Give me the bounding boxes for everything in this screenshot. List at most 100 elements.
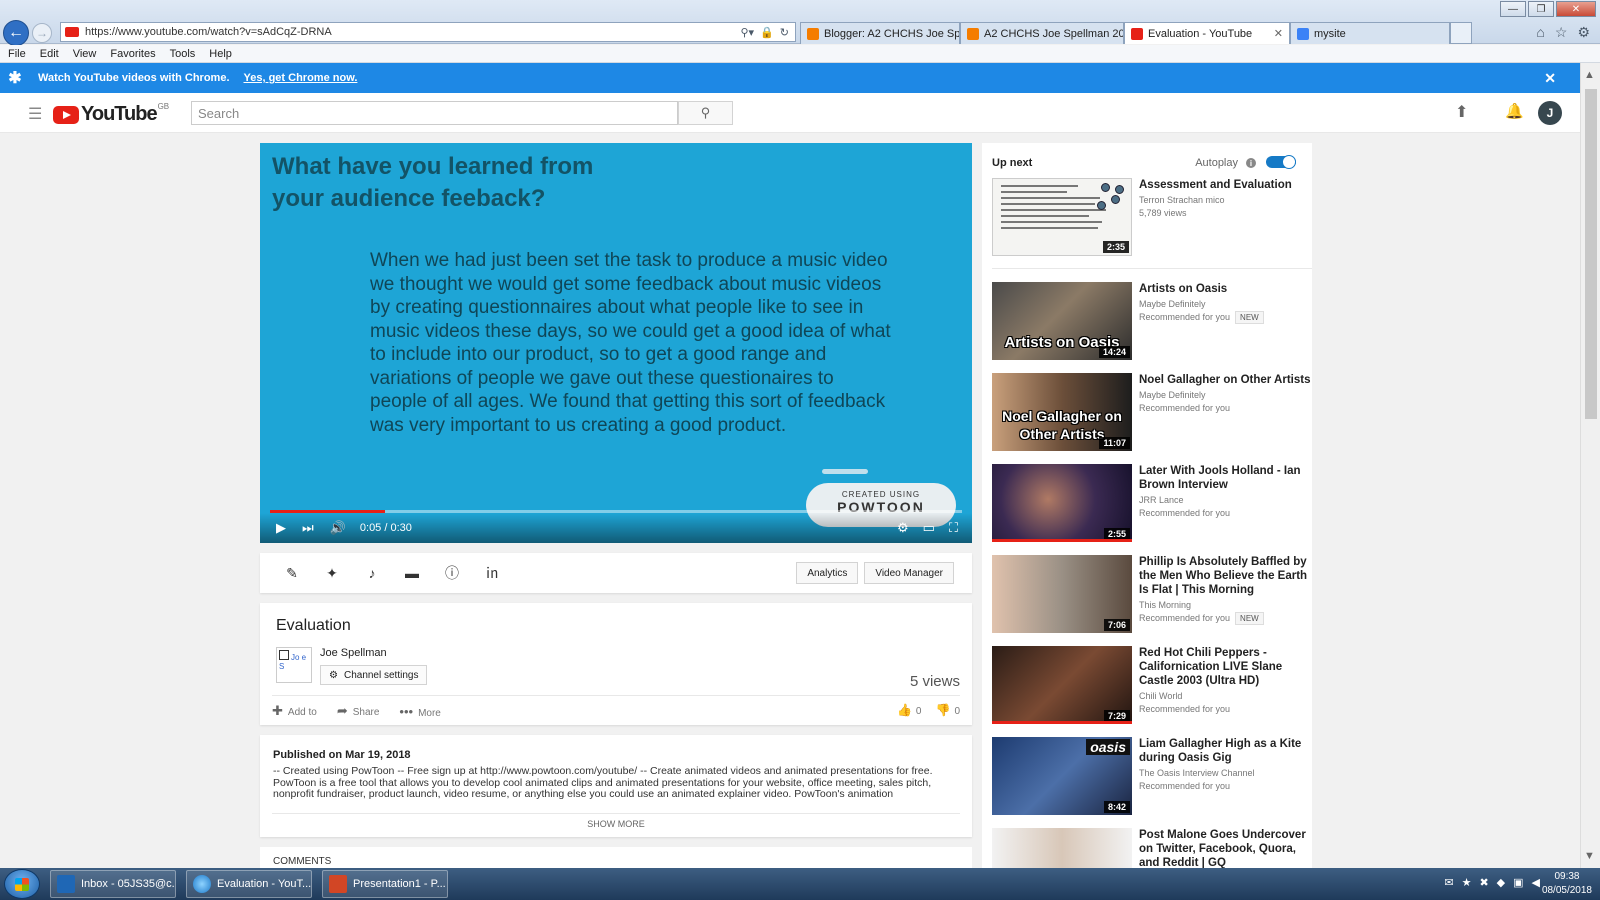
close-window-button[interactable]: ✕ — [1556, 1, 1596, 17]
settings-gear-icon[interactable]: ⚙ — [897, 520, 909, 536]
taskbar-outlook[interactable]: Inbox - 05JS35@c... — [50, 870, 176, 898]
security-x-icon[interactable]: ✖ — [1479, 876, 1488, 889]
list-item[interactable]: 7:06 Phillip Is Absolutely Baffled by th… — [992, 555, 1312, 635]
bluetooth-icon[interactable]: ★ — [1462, 876, 1472, 889]
refresh-icon[interactable]: ↻ — [780, 26, 789, 39]
tab-mysite[interactable]: mysite — [1290, 22, 1450, 44]
more-button[interactable]: ••• More — [399, 704, 440, 719]
video-title[interactable]: Noel Gallagher on Other Artists — [1139, 373, 1311, 387]
network-icon[interactable]: ◆ — [1497, 876, 1505, 889]
menu-hamburger-icon[interactable]: ☰ — [28, 104, 42, 124]
forward-button[interactable]: → — [32, 23, 52, 43]
scroll-up-icon[interactable]: ▲ — [1584, 69, 1595, 81]
scroll-down-icon[interactable]: ▼ — [1584, 850, 1595, 862]
url-text[interactable]: https://www.youtube.com/watch?v=sAdCqZ-D… — [85, 26, 741, 38]
autoplay-toggle[interactable] — [1266, 155, 1296, 169]
youtube-logo[interactable]: YouTube GB — [53, 102, 169, 126]
dislike-button[interactable]: 👎 0 — [935, 703, 960, 717]
end-screen-icon[interactable]: ▬ — [392, 565, 432, 581]
video-manager-button[interactable]: Video Manager — [864, 562, 954, 584]
search-input[interactable]: Search — [191, 101, 678, 125]
settings-gear-icon[interactable]: ⚙ — [1577, 24, 1590, 41]
video-title[interactable]: Artists on Oasis — [1139, 282, 1311, 296]
list-item[interactable]: Post Malone Goes Undercover on Twitter, … — [992, 828, 1312, 868]
video-thumbnail[interactable]: Artists on Oasis 14:24 — [992, 282, 1132, 360]
tab-youtube[interactable]: Evaluation - YouTube ✕ — [1124, 22, 1290, 44]
notifications-bell-icon[interactable]: 🔔 — [1505, 102, 1524, 120]
show-more-button[interactable]: SHOW MORE — [260, 819, 972, 829]
play-icon[interactable]: ▶ — [276, 520, 286, 536]
video-title[interactable]: Post Malone Goes Undercover on Twitter, … — [1139, 828, 1311, 868]
upload-icon[interactable]: ⬆ — [1455, 102, 1468, 122]
taskbar-powerpoint[interactable]: Presentation1 - P... — [322, 870, 448, 898]
taskbar-ie[interactable]: Evaluation - YouT... — [186, 870, 312, 898]
search-button[interactable]: ⚲ — [678, 101, 733, 125]
minimize-button[interactable]: — — [1500, 1, 1526, 17]
search-dropdown-icon[interactable]: ⚲▾ — [741, 26, 755, 39]
menu-view[interactable]: View — [73, 48, 97, 60]
new-tab-button[interactable] — [1450, 22, 1472, 44]
edit-pencil-icon[interactable]: ✎ — [272, 565, 312, 582]
page-scrollbar[interactable]: ▲ ▼ — [1580, 63, 1600, 868]
scroll-thumb[interactable] — [1585, 89, 1597, 419]
channel-name[interactable]: Joe Spellman — [320, 647, 387, 659]
video-thumbnail[interactable]: 2:35 — [992, 178, 1132, 256]
list-item[interactable]: oasis 8:42 Liam Gallagher High as a Kite… — [992, 737, 1312, 817]
next-icon[interactable]: ⏭ — [302, 520, 314, 536]
video-title[interactable]: Later With Jools Holland - Ian Brown Int… — [1139, 464, 1311, 492]
menu-favorites[interactable]: Favorites — [110, 48, 155, 60]
info-icon[interactable]: i — [1246, 158, 1256, 168]
volume-icon[interactable]: 🔊 — [330, 520, 346, 536]
start-button[interactable] — [4, 869, 40, 899]
home-icon[interactable]: ⌂ — [1536, 24, 1544, 41]
list-item[interactable]: 7:29 Red Hot Chili Peppers - Californica… — [992, 646, 1312, 726]
get-chrome-link[interactable]: Yes, get Chrome now. — [244, 72, 358, 84]
analytics-button[interactable]: Analytics — [796, 562, 859, 584]
video-thumbnail[interactable]: oasis 8:42 — [992, 737, 1132, 815]
favorites-star-icon[interactable]: ☆ — [1555, 24, 1568, 41]
like-button[interactable]: 👍 0 — [897, 703, 922, 717]
avatar[interactable]: J — [1538, 101, 1562, 125]
list-item[interactable]: Artists on Oasis 14:24 Artists on Oasis … — [992, 282, 1312, 362]
video-thumbnail[interactable]: 7:29 — [992, 646, 1132, 724]
tab-close-icon[interactable]: ✕ — [1268, 27, 1283, 40]
address-bar[interactable]: https://www.youtube.com/watch?v=sAdCqZ-D… — [60, 22, 796, 42]
video-thumbnail[interactable]: 2:55 — [992, 464, 1132, 542]
channel-thumbnail[interactable]: Jo e S — [276, 647, 312, 683]
video-thumbnail[interactable] — [992, 828, 1132, 868]
video-title[interactable]: Liam Gallagher High as a Kite during Oas… — [1139, 737, 1311, 765]
video-player[interactable]: What have you learned from your audience… — [260, 143, 972, 543]
video-title[interactable]: Phillip Is Absolutely Baffled by the Men… — [1139, 555, 1311, 597]
audio-note-icon[interactable]: ♪ — [352, 565, 392, 581]
tab-strip: Blogger: A2 CHCHS Joe Spell... A2 CHCHS … — [800, 22, 1472, 44]
speaker-icon[interactable]: ◀ — [1532, 876, 1540, 889]
fullscreen-icon[interactable]: ⛶ — [949, 520, 958, 536]
enhancements-wand-icon[interactable]: ✦ — [312, 565, 352, 582]
list-item[interactable]: Noel Gallagher on Other Artists 11:07 No… — [992, 373, 1312, 453]
outlook-tray-icon[interactable]: ✉ — [1444, 876, 1453, 889]
share-button[interactable]: ➦ Share — [337, 703, 380, 719]
lock-icon[interactable]: 🔒 — [760, 26, 774, 39]
video-title[interactable]: Assessment and Evaluation — [1139, 178, 1311, 192]
add-to-button[interactable]: ✚ Add to — [272, 703, 317, 719]
menu-file[interactable]: File — [8, 48, 26, 60]
battery-icon[interactable]: ▣ — [1513, 876, 1523, 889]
menu-edit[interactable]: Edit — [40, 48, 59, 60]
info-cards-icon[interactable]: ⓘ — [432, 563, 472, 583]
menu-tools[interactable]: Tools — [170, 48, 196, 60]
tab-blogger-1[interactable]: Blogger: A2 CHCHS Joe Spell... — [800, 22, 960, 44]
banner-close-icon[interactable]: ✕ — [1544, 70, 1556, 87]
restore-button[interactable]: ❐ — [1528, 1, 1554, 17]
video-thumbnail[interactable]: Noel Gallagher on Other Artists 11:07 — [992, 373, 1132, 451]
theater-mode-icon[interactable]: ▭ — [923, 520, 935, 536]
subtitles-cc-icon[interactable]: ㏌ — [472, 563, 512, 583]
system-clock[interactable]: 09:38 08/05/2018 — [1542, 870, 1592, 898]
back-button[interactable]: ← — [3, 20, 29, 46]
video-thumbnail[interactable]: 7:06 — [992, 555, 1132, 633]
video-title[interactable]: Red Hot Chili Peppers - Californication … — [1139, 646, 1311, 688]
channel-settings-button[interactable]: ⚙ Channel settings — [320, 665, 428, 685]
list-item[interactable]: 2:35 Assessment and Evaluation Terron St… — [992, 178, 1312, 258]
menu-help[interactable]: Help — [209, 48, 232, 60]
list-item[interactable]: 2:55 Later With Jools Holland - Ian Brow… — [992, 464, 1312, 544]
tab-blogger-2[interactable]: A2 CHCHS Joe Spellman 2017/... — [960, 22, 1124, 44]
